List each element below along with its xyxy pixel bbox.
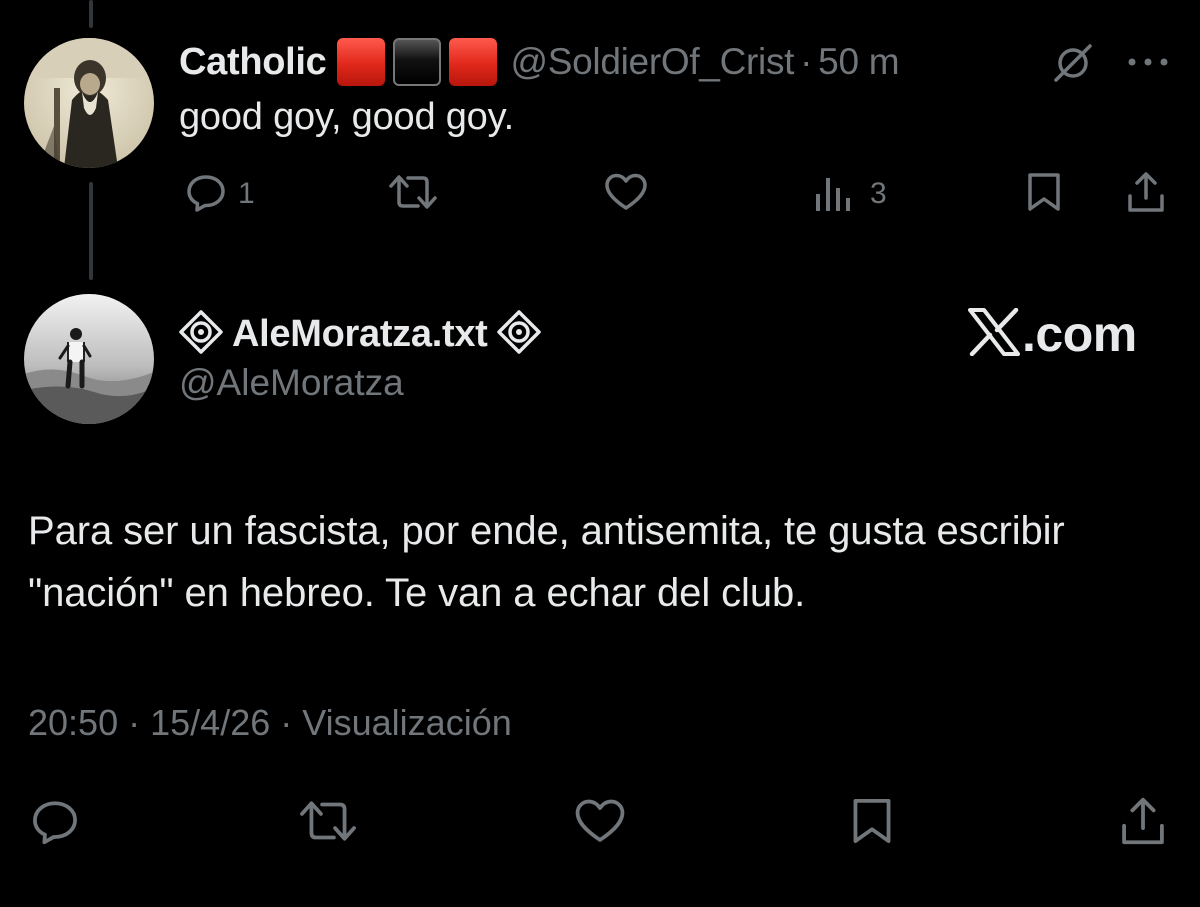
views-count: 3	[870, 177, 887, 210]
tweet-date[interactable]: 15/4/26	[150, 702, 270, 743]
reply-time[interactable]: 50 m	[818, 41, 899, 83]
thread-line-top	[89, 0, 93, 28]
main-tweet-meta: 20:50 · 15/4/26 · Visualización	[28, 702, 512, 744]
x-brand-text: .com	[1022, 306, 1137, 362]
main-name-row: AleMoratza.txt	[178, 306, 542, 362]
flag-emoji-icon	[336, 38, 497, 86]
main-reply-button[interactable]	[28, 798, 82, 848]
meta-separator: ·	[128, 702, 141, 743]
reply-handle[interactable]: @SoldierOf_Crist	[511, 41, 795, 83]
flag-red-square	[448, 38, 497, 86]
decor-symbol-icon	[178, 309, 224, 360]
reply-icon	[184, 170, 228, 219]
flag-red-square	[336, 38, 385, 86]
like-icon	[603, 170, 649, 219]
reply-count: 1	[238, 177, 255, 210]
reply-bookmark-button[interactable]	[1024, 172, 1064, 216]
x-brand-logo: .com	[968, 306, 1137, 362]
grok-icon[interactable]	[1052, 42, 1094, 89]
reply-header: Catholic @SoldierOf_Crist · 50 m	[179, 36, 900, 88]
more-icon[interactable]	[1126, 48, 1170, 81]
like-icon	[572, 795, 628, 852]
views-icon	[814, 170, 854, 219]
retweet-icon	[388, 170, 438, 219]
main-like-button[interactable]	[572, 798, 628, 848]
main-bookmark-button[interactable]	[848, 798, 896, 848]
reply-display-name[interactable]: Catholic	[179, 41, 327, 84]
views-label[interactable]: Visualización	[302, 702, 511, 743]
main-avatar[interactable]	[24, 294, 154, 424]
bookmark-icon	[1024, 170, 1064, 219]
main-retweet-button[interactable]	[298, 798, 358, 848]
reply-reply-button[interactable]: 1	[184, 172, 255, 216]
thread-line-bottom	[89, 182, 93, 280]
reply-share-button[interactable]	[1124, 170, 1168, 219]
x-logo-icon	[968, 307, 1020, 361]
retweet-icon	[298, 795, 358, 852]
reply-like-button[interactable]	[603, 172, 649, 216]
reply-retweet-button[interactable]	[388, 172, 438, 216]
meta-separator: ·	[800, 41, 813, 82]
main-display-name[interactable]: AleMoratza.txt	[232, 313, 488, 356]
share-icon	[1124, 170, 1168, 219]
bookmark-icon	[848, 795, 896, 852]
decor-symbol-icon	[496, 309, 542, 360]
flag-black-square	[392, 38, 441, 86]
reply-views-button[interactable]: 3	[814, 172, 887, 216]
reply-avatar[interactable]	[24, 38, 154, 168]
reply-text: good goy, good goy.	[179, 96, 514, 138]
main-share-button[interactable]	[1116, 797, 1170, 848]
share-icon	[1116, 795, 1170, 852]
tweet-time[interactable]: 20:50	[28, 702, 118, 743]
reply-icon	[28, 795, 82, 852]
meta-separator: ·	[280, 702, 293, 743]
main-tweet-text: Para ser un fascista, por ende, antisemi…	[28, 509, 1065, 615]
main-handle[interactable]: @AleMoratza	[179, 362, 404, 404]
